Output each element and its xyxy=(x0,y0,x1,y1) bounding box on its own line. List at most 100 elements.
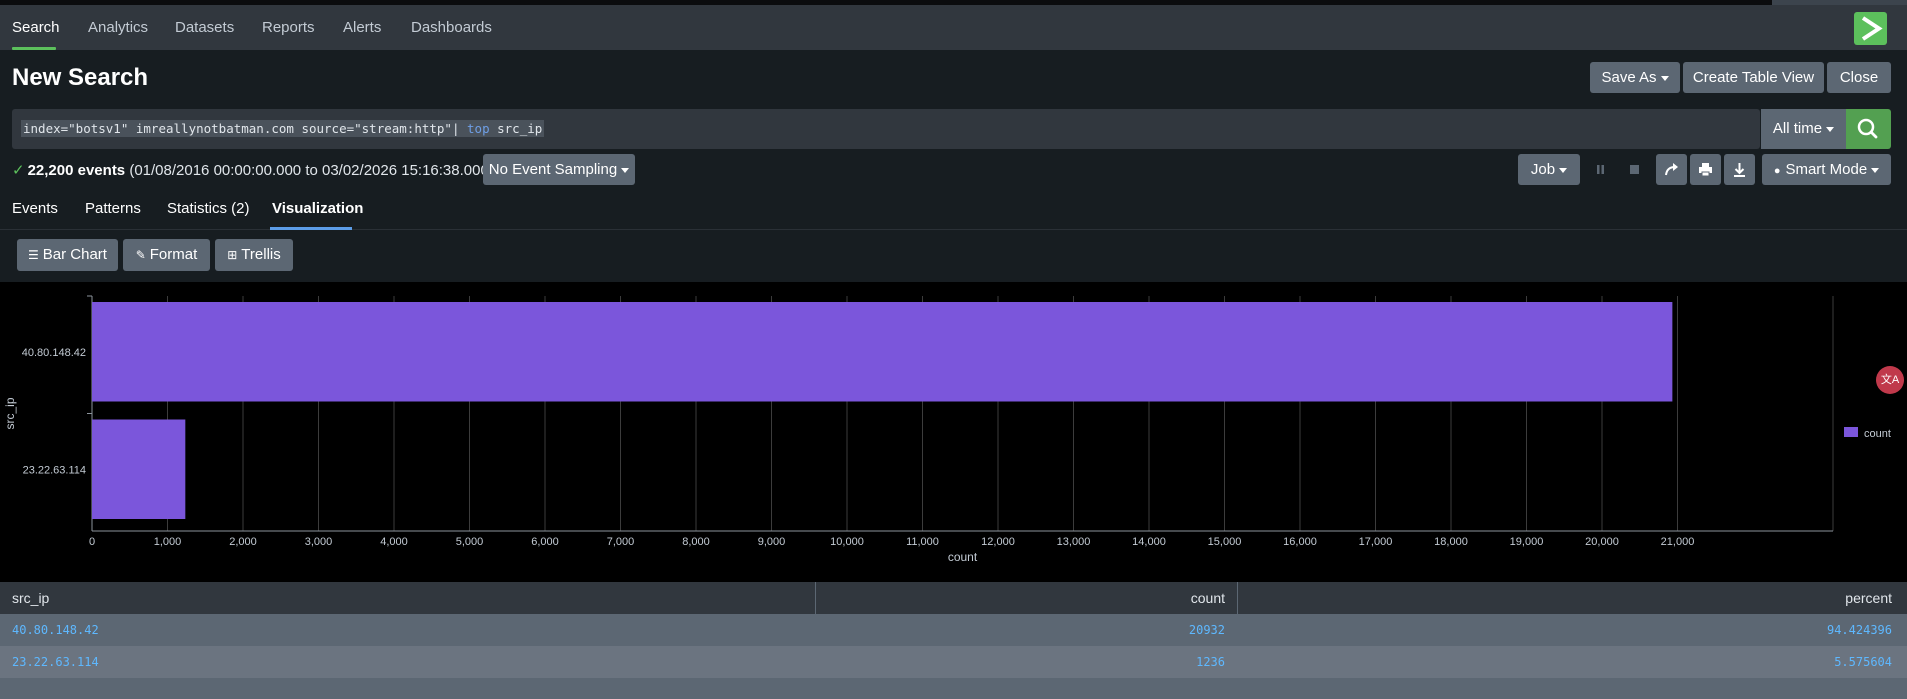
legend-label: count xyxy=(1864,428,1891,440)
chevron-down-icon xyxy=(621,167,630,173)
search-mode-label: Smart Mode xyxy=(1785,161,1868,178)
table-row[interactable]: 40.80.148.42 20932 94.424396 xyxy=(0,614,1907,646)
x-tick-label: 21,000 xyxy=(1661,536,1695,548)
close-button[interactable]: Close xyxy=(1827,62,1891,93)
page-title: New Search xyxy=(12,64,149,91)
x-tick-label: 20,000 xyxy=(1585,536,1619,548)
tab-events[interactable]: Events xyxy=(12,200,58,217)
x-tick-label: 10,000 xyxy=(830,536,864,548)
print-button[interactable] xyxy=(1690,154,1721,185)
export-button[interactable] xyxy=(1724,154,1755,185)
cell-src-ip[interactable]: 40.80.148.42 xyxy=(12,623,99,637)
nav-tab-search[interactable]: Search xyxy=(12,5,60,50)
stop-icon xyxy=(1630,165,1639,174)
save-as-button[interactable]: Save As xyxy=(1590,62,1680,93)
x-tick-label: 1,000 xyxy=(154,536,182,548)
column-header-percent[interactable]: percent xyxy=(1845,590,1892,606)
cell-count[interactable]: 20932 xyxy=(1189,623,1225,637)
y-tick-label: 23.22.63.114 xyxy=(23,464,86,476)
job-dropdown[interactable]: Job xyxy=(1518,154,1580,185)
nav-tab-reports[interactable]: Reports xyxy=(262,5,315,50)
trellis-button[interactable]: ⊞ Trellis xyxy=(215,239,293,271)
x-tick-label: 5,000 xyxy=(456,536,484,548)
format-button[interactable]: ✎ Format xyxy=(123,239,210,271)
y-tick-label: 40.80.148.42 xyxy=(22,347,86,359)
viz-toolbar: ☰ Bar Chart ✎ Format ⊞ Trellis xyxy=(0,230,1907,282)
chevron-down-icon xyxy=(1871,167,1880,173)
bar xyxy=(92,419,186,519)
column-header-count[interactable]: count xyxy=(1191,590,1225,606)
tab-patterns[interactable]: Patterns xyxy=(85,200,141,217)
nav-active-indicator xyxy=(12,47,56,50)
time-range-picker[interactable]: All time xyxy=(1761,109,1846,149)
legend-swatch xyxy=(1844,427,1858,437)
query-keyword: top xyxy=(467,121,490,136)
x-tick-label: 13,000 xyxy=(1057,536,1091,548)
x-tick-label: 7,000 xyxy=(607,536,635,548)
lightbulb-icon: ● xyxy=(1773,165,1781,177)
table-row[interactable]: 23.22.63.114 1236 5.575604 xyxy=(0,646,1907,678)
grid-icon: ⊞ xyxy=(227,248,238,262)
column-divider xyxy=(815,582,816,614)
search-bar[interactable]: index="botsv1" imreallynotbatman.com sou… xyxy=(12,109,1760,149)
cell-src-ip[interactable]: 23.22.63.114 xyxy=(12,655,99,669)
x-axis-title: count xyxy=(948,550,978,564)
cell-count[interactable]: 1236 xyxy=(1196,655,1225,669)
tab-visualization[interactable]: Visualization xyxy=(272,200,363,217)
time-range-label: All time xyxy=(1772,120,1823,137)
chart-type-button[interactable]: ☰ Bar Chart xyxy=(17,239,118,271)
tab-statistics[interactable]: Statistics (2) xyxy=(167,200,250,217)
search-icon xyxy=(1857,118,1878,139)
chevron-down-icon xyxy=(1660,75,1669,81)
x-tick-label: 9,000 xyxy=(758,536,786,548)
check-icon: ✓ xyxy=(12,162,25,179)
x-tick-label: 17,000 xyxy=(1359,536,1393,548)
cell-percent[interactable]: 94.424396 xyxy=(1827,623,1892,637)
pause-icon xyxy=(1597,165,1604,174)
translate-icon[interactable]: 文A xyxy=(1876,366,1904,394)
query-prefix: index="botsv1" imreallynotbatman.com sou… xyxy=(23,121,468,136)
app-logo-icon[interactable] xyxy=(1854,12,1887,45)
bar-chart: 40.80.148.42 23.22.63.114 0 1,000 2,000 3,000… xyxy=(3,295,1891,564)
save-as-label: Save As xyxy=(1601,69,1657,86)
x-tick-label: 14,000 xyxy=(1132,536,1166,548)
chart-type-label: Bar Chart xyxy=(42,246,107,263)
result-tabs: Events Patterns Statistics (2) Visualiza… xyxy=(0,192,1907,230)
search-button[interactable] xyxy=(1846,109,1891,149)
x-tick-label: 19,000 xyxy=(1510,536,1544,548)
trellis-label: Trellis xyxy=(241,246,281,263)
x-tick-label: 11,000 xyxy=(906,536,939,548)
nav-tab-dashboards[interactable]: Dashboards xyxy=(411,5,492,50)
bar xyxy=(92,302,1673,402)
results-table: src_ip count percent 40.80.148.42 20932 … xyxy=(0,582,1907,699)
event-count: 22,200 events xyxy=(27,162,126,179)
nav-tab-analytics[interactable]: Analytics xyxy=(88,5,148,50)
nav-tab-alerts[interactable]: Alerts xyxy=(343,5,381,50)
x-tick-label: 0 xyxy=(89,536,95,548)
time-range-text: (01/08/2016 00:00:00.000 to 03/02/2026 1… xyxy=(129,162,494,179)
chevron-down-icon xyxy=(1826,126,1835,132)
format-label: Format xyxy=(149,246,198,263)
column-header-src-ip[interactable]: src_ip xyxy=(12,590,49,606)
search-mode-dropdown[interactable]: ● Smart Mode xyxy=(1762,154,1891,185)
pencil-icon: ✎ xyxy=(135,248,146,262)
download-icon xyxy=(1734,163,1745,177)
cell-percent[interactable]: 5.575604 xyxy=(1834,655,1892,669)
print-icon xyxy=(1699,163,1712,177)
x-tick-label: 15,000 xyxy=(1208,536,1242,548)
search-query-input[interactable]: index="botsv1" imreallynotbatman.com sou… xyxy=(21,120,545,137)
share-button[interactable] xyxy=(1656,154,1687,185)
x-tick-label: 12,000 xyxy=(981,536,1015,548)
bar-chart-icon: ☰ xyxy=(28,248,39,262)
pause-button[interactable] xyxy=(1585,154,1616,185)
x-tick-label: 3,000 xyxy=(305,536,333,548)
event-sampling-dropdown[interactable]: No Event Sampling xyxy=(483,154,635,185)
x-tick-label: 2,000 xyxy=(229,536,257,548)
y-axis-title: src_ip xyxy=(3,397,17,429)
x-tick-label: 16,000 xyxy=(1283,536,1317,548)
chevron-down-icon xyxy=(1559,167,1568,173)
create-table-view-button[interactable]: Create Table View xyxy=(1683,62,1824,93)
stop-button[interactable] xyxy=(1619,154,1650,185)
x-tick-label: 6,000 xyxy=(531,536,559,548)
nav-tab-datasets[interactable]: Datasets xyxy=(175,5,234,50)
